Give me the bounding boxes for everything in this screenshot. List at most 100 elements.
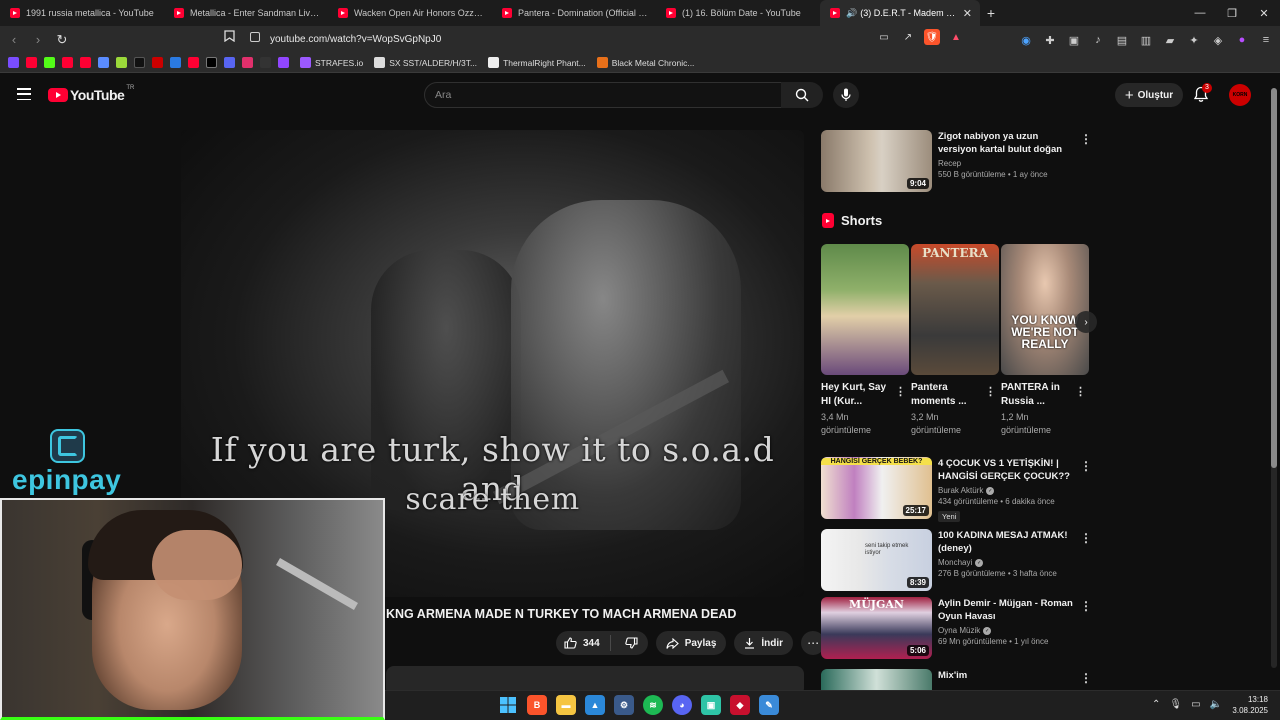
short-title[interactable]: PANTERA in Russia ...	[1001, 381, 1073, 409]
kick-icon[interactable]	[44, 57, 55, 68]
youtube-logo[interactable]: YouTube TR	[48, 85, 134, 103]
file-explorer-icon[interactable]: ▬	[556, 695, 576, 715]
minimize-icon[interactable]: —	[1184, 0, 1216, 26]
discord-icon[interactable]: ◕	[672, 695, 692, 715]
browser-tab[interactable]: (1) 16. Bölüm Date - YouTube	[656, 0, 820, 26]
create-button[interactable]: + Oluştur	[1115, 83, 1183, 107]
voice-search-button[interactable]	[833, 82, 859, 108]
windows-start-icon[interactable]	[498, 695, 518, 715]
short-thumbnail[interactable]	[821, 244, 909, 375]
more-vertical-icon[interactable]: ⋮	[1080, 531, 1092, 545]
channel-name[interactable]: Burak Aktürk	[938, 486, 983, 495]
short-thumbnail[interactable]: PANTERA	[911, 244, 999, 375]
page-scrollbar[interactable]	[1271, 88, 1277, 668]
microphone-tray-icon[interactable]: 🎙	[1169, 699, 1182, 710]
avatar[interactable]: KORN	[1229, 84, 1251, 106]
bookmark-strafes[interactable]: STRAFES.io	[300, 57, 363, 68]
taskbar-clock[interactable]: 13:18 3.08.2025	[1232, 694, 1268, 716]
channel-name[interactable]: Oyna Müzik	[938, 626, 980, 635]
browser-tab-active[interactable]: 🔊(3) D.E.R.T - Madem ki TÜRKs ✕	[820, 0, 980, 26]
video-title[interactable]: Aylin Demir - Müjgan - Roman Oyun Havası	[938, 597, 1078, 623]
scrollbar-thumb[interactable]	[1271, 88, 1277, 468]
recommendation-item[interactable]: HANGİSİ GERÇEK BEBEK? 25:17 4 ÇOCUK VS 1…	[821, 457, 1101, 522]
photos-icon[interactable]: ▲	[585, 695, 605, 715]
bookmark-thermalright[interactable]: ThermalRight Phant...	[488, 57, 586, 68]
channel-name[interactable]: Monchayi	[938, 558, 972, 567]
youtube-bookmark-icon[interactable]	[62, 57, 73, 68]
brave-browser-icon[interactable]: B	[527, 695, 547, 715]
volume-icon[interactable]: 🔈	[1210, 699, 1222, 710]
browser-tab[interactable]: Wacken Open Air Honors Ozzy - You	[328, 0, 492, 26]
forward-icon[interactable]: ›	[28, 30, 48, 50]
close-window-icon[interactable]: ✕	[1248, 0, 1280, 26]
more-vertical-icon[interactable]: ⋮	[985, 385, 996, 398]
puzzle-icon[interactable]: ✚	[1042, 32, 1058, 48]
youtube-bookmark-icon[interactable]	[26, 57, 37, 68]
bookmark-icon[interactable]	[152, 57, 163, 68]
video-thumbnail[interactable]: HANGİSİ GERÇEK BEBEK? 25:17	[821, 457, 932, 519]
short-item[interactable]: Hey Kurt, Say HI (Kur... 3,4 Mn görüntül…	[821, 244, 909, 437]
browser-tab[interactable]: 1991 russia metallica - YouTube	[0, 0, 164, 26]
screenshot-icon[interactable]: ▣	[1066, 32, 1082, 48]
video-thumbnail[interactable]: 9:04	[821, 130, 932, 192]
browser-tab[interactable]: Pantera - Domination (Official Live V	[492, 0, 656, 26]
search-button[interactable]	[781, 82, 823, 108]
app-icon[interactable]: ▣	[701, 695, 721, 715]
profile-icon[interactable]: ●	[1234, 32, 1250, 48]
more-vertical-icon[interactable]: ⋮	[1080, 132, 1092, 146]
youtube-bookmark-icon[interactable]	[80, 57, 91, 68]
instagram-icon[interactable]	[242, 57, 253, 68]
short-thumbnail[interactable]: YOU KNOW WE'RE NOT REALLY	[1001, 244, 1089, 375]
recommendation-item[interactable]: MÜJGAN 5:06 Aylin Demir - Müjgan - Roman…	[821, 597, 1101, 659]
notifications-button[interactable]: 3	[1193, 83, 1212, 104]
short-title[interactable]: Hey Kurt, Say HI (Kur...	[821, 381, 893, 409]
video-thumbnail[interactable]: seni takip etmek istiyor 8:39	[821, 529, 932, 591]
tiktok-icon[interactable]	[134, 57, 145, 68]
video-title[interactable]: Mix'im	[938, 669, 1078, 682]
video-thumbnail[interactable]: MÜJGAN 5:06	[821, 597, 932, 659]
spotify-icon[interactable]: ≋	[643, 695, 663, 715]
reading-list-icon[interactable]: ▤	[1114, 32, 1130, 48]
url-text[interactable]: youtube.com/watch?v=WopSvGpNpJ0	[270, 34, 441, 45]
recommendation-item[interactable]: 9:04 Zigot nabiyon ya uzun versiyon kart…	[821, 130, 1101, 192]
menu-icon[interactable]	[17, 88, 31, 100]
shorts-next-button[interactable]: ›	[1075, 311, 1097, 333]
bookmark-sx[interactable]: SX SST/ALDER/H/3T...	[374, 57, 477, 68]
share-button[interactable]: Paylaş	[655, 631, 727, 655]
download-button[interactable]: İndir	[734, 631, 794, 655]
new-tab-button[interactable]: +	[980, 2, 1002, 24]
app-icon[interactable]: ◆	[730, 695, 750, 715]
more-vertical-icon[interactable]: ⋮	[1080, 671, 1092, 685]
youtube-bookmark-icon[interactable]	[188, 57, 199, 68]
bookmark-icon[interactable]	[224, 57, 235, 68]
vpn-icon[interactable]: ◈	[1210, 32, 1226, 48]
bookmark-icon[interactable]	[260, 57, 271, 68]
more-vertical-icon[interactable]: ⋮	[1080, 599, 1092, 613]
bookmark-icon[interactable]	[98, 57, 109, 68]
short-title[interactable]: Pantera moments ...	[911, 381, 983, 409]
video-title[interactable]: 4 ÇOCUK VS 1 YETİŞKİN! | HANGİSİ GERÇEK …	[938, 457, 1078, 483]
settings-app-icon[interactable]: ⚙	[614, 695, 634, 715]
bookmark-icon[interactable]	[170, 57, 181, 68]
more-vertical-icon[interactable]: ⋮	[1075, 385, 1086, 398]
chevron-up-icon[interactable]: ⌃	[1152, 699, 1160, 710]
close-tab-icon[interactable]: ✕	[963, 7, 972, 20]
brave-shield-icon[interactable]: 🛡	[924, 29, 940, 45]
twitch-icon[interactable]	[278, 57, 289, 68]
leo-icon[interactable]: ✦	[1186, 32, 1202, 48]
browser-tab[interactable]: Metallica - Enter Sandman Live Mosc	[164, 0, 328, 26]
cast-icon[interactable]: ▭	[876, 29, 892, 45]
bookmark-black-metal[interactable]: Black Metal Chronic...	[596, 57, 694, 68]
restore-icon[interactable]: ❐	[1216, 0, 1248, 26]
search-input[interactable]	[425, 83, 781, 107]
wallet-icon[interactable]: ▰	[1162, 32, 1178, 48]
dislike-button[interactable]	[617, 637, 648, 649]
app-icon[interactable]: ✎	[759, 695, 779, 715]
bookmark-icon[interactable]	[8, 57, 19, 68]
video-title[interactable]: 100 KADINA MESAJ ATMAK! (deney)	[938, 529, 1078, 555]
recommendation-item[interactable]: Mix'im ⋮	[821, 669, 1101, 690]
like-button[interactable]: 344	[556, 635, 611, 651]
short-item[interactable]: PANTERA Pantera moments ... 3,2 Mn görün…	[911, 244, 999, 437]
video-thumbnail[interactable]	[821, 669, 932, 690]
audio-extension-icon[interactable]: ◉	[1018, 32, 1034, 48]
